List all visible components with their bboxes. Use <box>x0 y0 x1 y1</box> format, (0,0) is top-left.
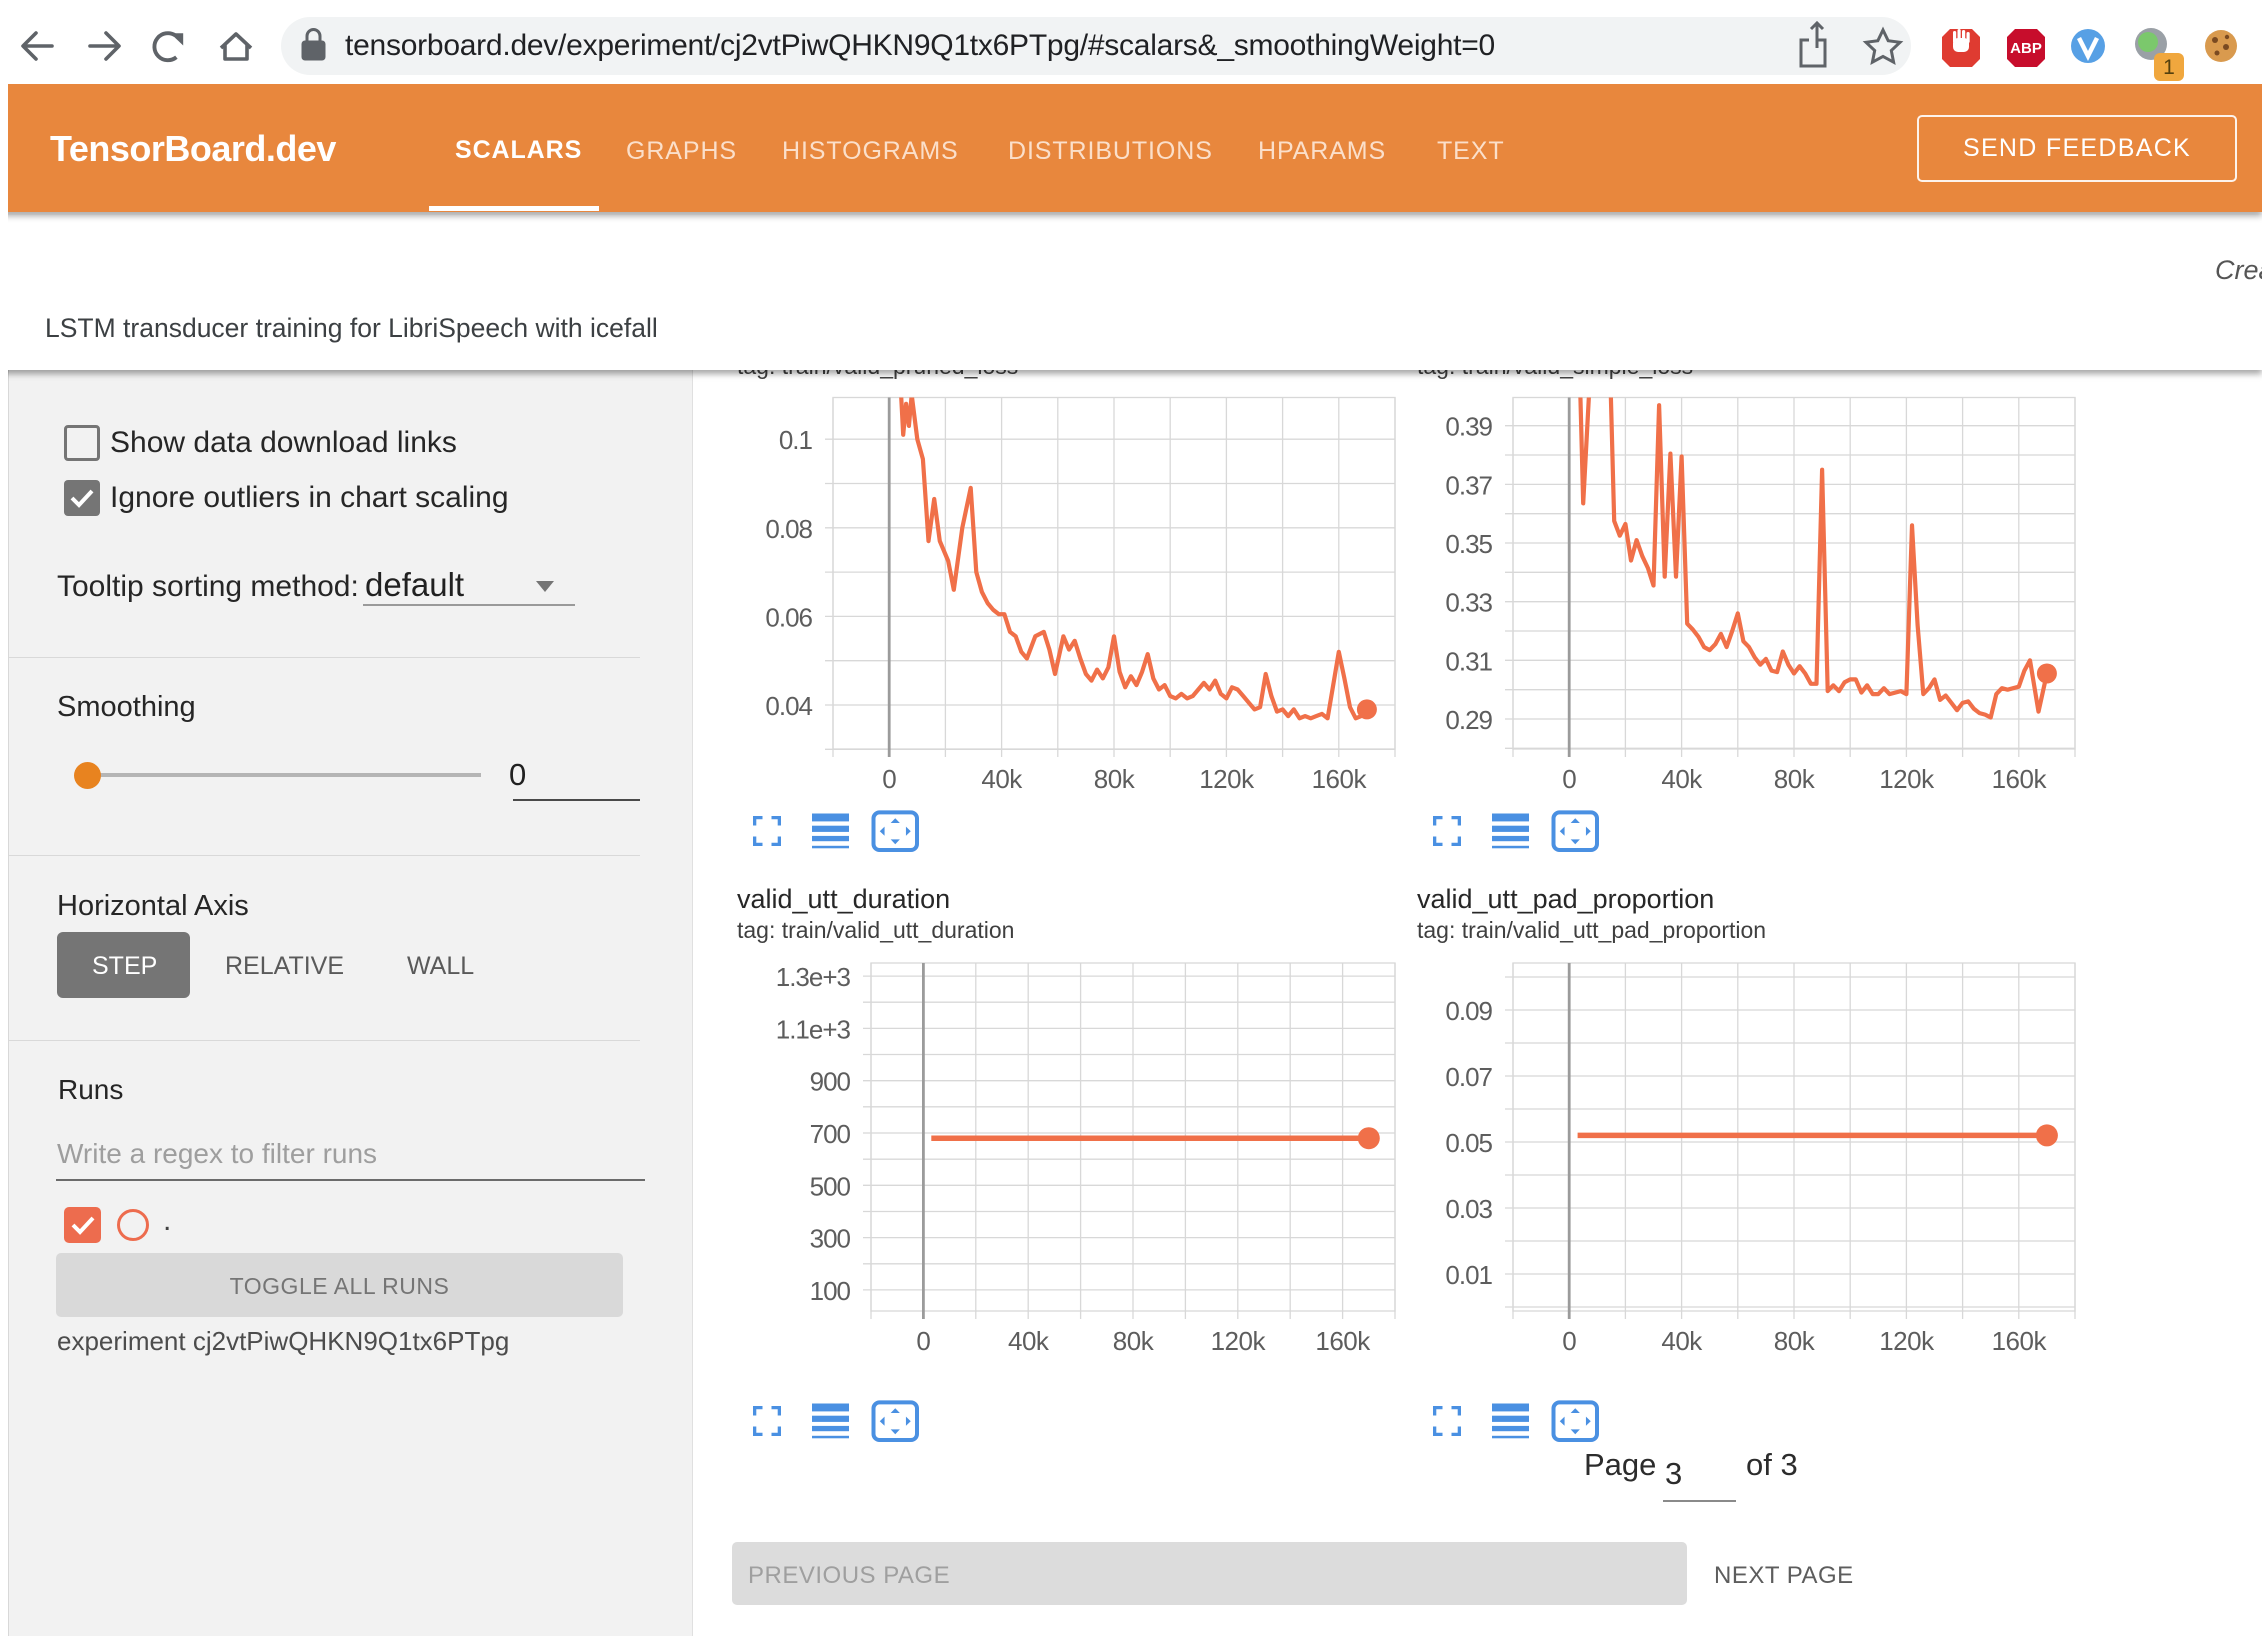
svg-text:160k: 160k <box>1315 1326 1371 1356</box>
svg-text:0: 0 <box>1562 1326 1576 1356</box>
svg-text:0.03: 0.03 <box>1445 1194 1492 1224</box>
svg-text:160k: 160k <box>1992 764 2048 794</box>
svg-text:1.1e+3: 1.1e+3 <box>776 1014 851 1044</box>
svg-text:0.07: 0.07 <box>1445 1062 1492 1092</box>
svg-text:0: 0 <box>1562 764 1576 794</box>
svg-text:300: 300 <box>810 1224 851 1254</box>
svg-text:100: 100 <box>810 1276 851 1306</box>
svg-text:120k: 120k <box>1879 1326 1935 1356</box>
svg-text:40k: 40k <box>1661 1326 1703 1356</box>
svg-text:0: 0 <box>916 1326 930 1356</box>
svg-text:0.08: 0.08 <box>765 514 812 544</box>
svg-text:700: 700 <box>810 1119 851 1149</box>
svg-text:1: 1 <box>2163 56 2175 79</box>
svg-text:160k: 160k <box>1992 1326 2048 1356</box>
svg-text:500: 500 <box>810 1171 851 1201</box>
svg-text:40k: 40k <box>1008 1326 1050 1356</box>
svg-text:0.35: 0.35 <box>1445 529 1492 559</box>
svg-text:40k: 40k <box>981 764 1023 794</box>
svg-text:0.1: 0.1 <box>779 425 813 455</box>
svg-text:0.04: 0.04 <box>765 691 812 721</box>
svg-text:120k: 120k <box>1199 764 1255 794</box>
svg-text:0.05: 0.05 <box>1445 1128 1492 1158</box>
svg-text:900: 900 <box>810 1067 851 1097</box>
svg-text:80k: 80k <box>1774 1326 1816 1356</box>
svg-text:80k: 80k <box>1094 764 1136 794</box>
svg-text:1.3e+3: 1.3e+3 <box>776 962 851 992</box>
svg-text:160k: 160k <box>1312 764 1368 794</box>
svg-text:ABP: ABP <box>2010 40 2042 57</box>
svg-text:120k: 120k <box>1879 764 1935 794</box>
svg-text:120k: 120k <box>1211 1326 1267 1356</box>
svg-text:0.06: 0.06 <box>765 602 812 632</box>
svg-text:0.33: 0.33 <box>1445 588 1492 618</box>
svg-text:0.09: 0.09 <box>1445 996 1492 1026</box>
svg-text:80k: 80k <box>1113 1326 1155 1356</box>
svg-text:0.01: 0.01 <box>1445 1260 1492 1290</box>
svg-text:0.29: 0.29 <box>1445 705 1492 735</box>
svg-text:40k: 40k <box>1661 764 1703 794</box>
svg-text:0: 0 <box>882 764 896 794</box>
svg-text:0.37: 0.37 <box>1445 470 1492 500</box>
svg-text:0.31: 0.31 <box>1445 646 1492 676</box>
svg-text:80k: 80k <box>1774 764 1816 794</box>
svg-text:0.39: 0.39 <box>1445 412 1492 442</box>
